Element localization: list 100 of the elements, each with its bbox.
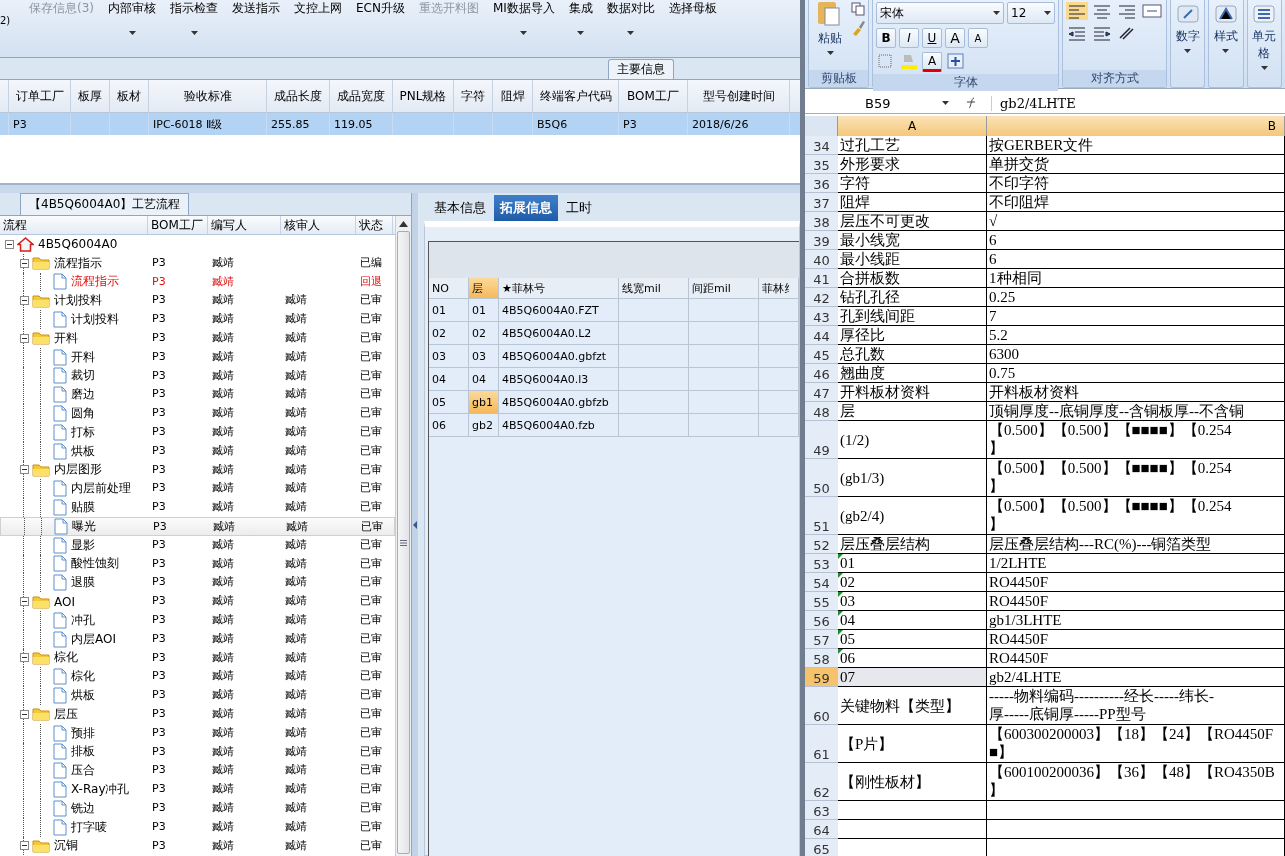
format-button[interactable]: I [899, 28, 919, 48]
column-header[interactable]: 层 [469, 278, 499, 299]
font-color-button[interactable]: A [922, 52, 942, 72]
column-header[interactable]: 型号创建时间 [688, 80, 790, 112]
row-header[interactable]: 48 [805, 402, 838, 421]
column-header[interactable]: PNL规格 [393, 80, 454, 112]
tree-row[interactable]: 流程指示 P3 臧靖 回退 [0, 272, 395, 292]
column-header[interactable]: BOM工厂 [148, 216, 208, 234]
indent-icon[interactable] [1066, 24, 1088, 42]
tree-row[interactable]: 打字唛 P3 臧靖 臧靖 已审 [0, 817, 395, 837]
tree-row[interactable]: 预排 P3 臧靖 臧靖 已审 [0, 723, 395, 743]
row-header[interactable]: 64 [805, 820, 838, 839]
column-header[interactable]: 成品长度 [267, 80, 330, 112]
tree-row[interactable]: 层压 P3 臧靖 臧靖 已审 [0, 704, 395, 724]
row-header[interactable]: 56 [805, 611, 838, 630]
toolbar-button[interactable]: 文控上网 [287, 0, 349, 57]
tree-row[interactable]: 退膜 P3 臧靖 臧靖 已审 [0, 573, 395, 593]
phonetic-icon[interactable] [945, 52, 967, 70]
toolbar-button[interactable]: 指示检查 [163, 0, 225, 57]
collapse-icon[interactable] [20, 841, 29, 851]
column-header[interactable]: 线宽mil [619, 278, 689, 299]
tree-row[interactable]: 显影 P3 臧靖 臧靖 已审 [0, 535, 395, 555]
row-header[interactable]: 41 [805, 269, 838, 288]
tab[interactable]: 拓展信息 [494, 195, 558, 221]
column-header[interactable]: 订单工厂 [9, 80, 71, 112]
format-button[interactable]: U [922, 28, 942, 48]
arrow-icon[interactable] [413, 520, 417, 529]
tree-row[interactable]: 棕化 P3 臧靖 臧靖 已审 [0, 667, 395, 687]
row-header[interactable]: 52 [805, 535, 838, 554]
row-header[interactable]: 60 [805, 687, 838, 725]
table-row[interactable]: P3 IPC-6018 Ⅱ级 255.85 119.05 B5Q6 P3 2018/6/26 [0, 113, 800, 135]
tree-row[interactable]: 冲孔 P3 臧靖 臧靖 已审 [0, 610, 395, 630]
format-button[interactable]: B [876, 28, 896, 48]
toolbar-button[interactable]: 内部审核 [101, 0, 163, 57]
tree-row[interactable]: 打标 P3 臧靖 臧靖 已审 [0, 422, 395, 442]
tree-row[interactable]: 铣边 P3 臧靖 臧靖 已审 [0, 798, 395, 818]
row-header[interactable]: 39 [805, 231, 838, 250]
row-header[interactable]: 58 [805, 649, 838, 668]
collapse-icon[interactable] [20, 296, 29, 306]
column-header[interactable]: A [838, 116, 987, 136]
row-header[interactable]: 51 [805, 497, 838, 535]
row-header[interactable]: 37 [805, 193, 838, 212]
formula-field[interactable]: gb2/4LHTE [991, 95, 1076, 111]
font-name-field[interactable]: 宋体 [876, 2, 1004, 24]
row-header[interactable]: 54 [805, 573, 838, 592]
column-header[interactable]: 成品宽度 [330, 80, 393, 112]
toolbar-button[interactable]: ECN升级 [349, 0, 412, 57]
row-header[interactable]: 50 [805, 459, 838, 497]
tree-row[interactable]: 内层图形 P3 臧靖 臧靖 已审 [0, 460, 395, 480]
font-size-button[interactable]: A [945, 28, 965, 48]
collapse-icon[interactable] [5, 239, 14, 249]
tree-row[interactable]: 沉铜 P3 臧靖 臧靖 已审 [0, 836, 395, 856]
tree-row[interactable]: 圆角 P3 臧靖 臧靖 已审 [0, 404, 395, 423]
row-header[interactable]: 47 [805, 383, 838, 402]
indent-icon[interactable] [1091, 24, 1113, 42]
tree-row[interactable]: 压合 P3 臧靖 臧靖 已审 [0, 761, 395, 781]
tree-row[interactable]: 磨边 P3 臧靖 臧靖 已审 [0, 385, 395, 405]
row-header[interactable]: 53 [805, 554, 838, 573]
toolbar-button[interactable]: MI数据导入 [485, 0, 562, 57]
row-header[interactable]: 49 [805, 421, 838, 459]
row-header[interactable]: 55 [805, 592, 838, 611]
tree-row[interactable]: 流程指示 P3 臧靖 已编 [0, 253, 395, 273]
collapse-icon[interactable] [20, 597, 29, 607]
paste-button[interactable]: 粘贴 [812, 2, 848, 68]
scrollbar[interactable] [395, 216, 411, 856]
column-header[interactable]: B [987, 116, 1285, 136]
tree-row[interactable]: 开料 P3 臧靖 臧靖 已审 [0, 329, 395, 348]
tree-row[interactable]: 棕化 P3 臧靖 臧靖 已审 [0, 648, 395, 668]
tree-row[interactable]: X-Ray冲孔 P3 臧靖 臧靖 已审 [0, 780, 395, 799]
row-header[interactable]: 63 [805, 801, 838, 820]
column-header[interactable]: 间距mil [689, 278, 759, 299]
toolbar-button[interactable]: 选择母板 [661, 0, 724, 57]
collapse-icon[interactable] [20, 653, 29, 663]
tree-row[interactable]: 贴膜 P3 臧靖 臧靖 已审 [0, 498, 395, 517]
toolbar-button[interactable]: 集成 [561, 0, 600, 57]
row-header[interactable]: 46 [805, 364, 838, 383]
tree-row[interactable]: 开料 P3 臧靖 臧靖 已审 [0, 347, 395, 367]
tree-row[interactable]: AOI P3 臧靖 臧靖 已审 [0, 592, 395, 611]
collapse-icon[interactable] [20, 465, 29, 475]
font-size-field[interactable]: 12 [1007, 2, 1055, 24]
column-header[interactable]: 终端客户代码 [533, 80, 619, 112]
tree-row[interactable]: 排板 P3 臧靖 臧靖 已审 [0, 742, 395, 762]
tree-row[interactable]: 裁切 P3 臧靖 臧靖 已审 [0, 366, 395, 386]
row-header[interactable]: 45 [805, 345, 838, 364]
column-header[interactable]: 阻焊 [493, 80, 533, 112]
column-header[interactable]: 编写人 [208, 216, 281, 234]
row-header[interactable]: 40 [805, 250, 838, 269]
row-header[interactable]: 43 [805, 307, 838, 326]
scroll-up-icon[interactable] [399, 221, 408, 227]
tree-row[interactable]: 酸性蚀刻 P3 臧靖 臧靖 已审 [0, 554, 395, 574]
row-header[interactable]: 59 [805, 668, 838, 687]
toolbar-button[interactable]: 数据对比 [599, 0, 662, 57]
column-header[interactable]: 板材 [110, 80, 149, 112]
brush-icon[interactable] [851, 20, 865, 36]
tree-row[interactable]: 烘板 P3 臧靖 臧靖 已审 [0, 441, 395, 461]
tree-row[interactable]: 内层前处理 P3 臧靖 臧靖 已审 [0, 479, 395, 499]
tree-row[interactable]: 曝光 P3 臧靖 臧靖 已审 [0, 516, 395, 536]
row-header[interactable]: 42 [805, 288, 838, 307]
row-header[interactable]: 61 [805, 725, 838, 763]
row-header[interactable]: 57 [805, 630, 838, 649]
